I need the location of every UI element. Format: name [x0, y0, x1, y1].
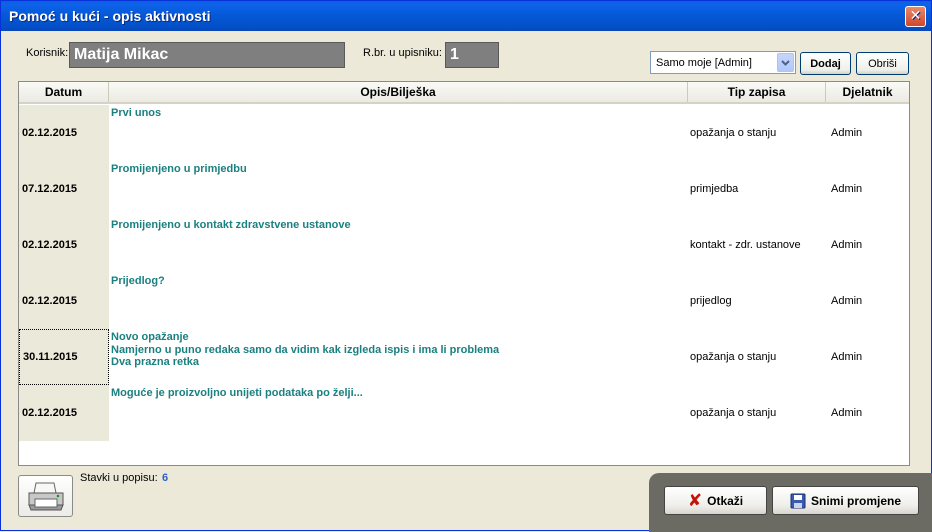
- cell-datum[interactable]: 07.12.2015: [19, 161, 109, 217]
- save-icon: [790, 493, 806, 508]
- korisnik-field: Matija Mikac: [69, 42, 345, 68]
- cell-datum[interactable]: 30.11.2015: [19, 329, 109, 385]
- cell-opis[interactable]: Prijedlog?: [111, 275, 691, 288]
- otkazi-label: Otkaži: [707, 493, 744, 508]
- header-opis[interactable]: Opis/Bilješka: [109, 82, 688, 102]
- header-datum[interactable]: Datum: [19, 82, 109, 102]
- close-button[interactable]: ✕: [905, 6, 926, 27]
- table-row[interactable]: 30.11.2015 Novo opažanje Namjerno u puno…: [19, 329, 909, 385]
- cell-datum[interactable]: 02.12.2015: [19, 273, 109, 329]
- cell-datum[interactable]: 02.12.2015: [19, 385, 109, 441]
- window-title: Pomoć u kući - opis aktivnosti: [9, 8, 211, 24]
- cell-tip[interactable]: opažanja o stanju: [690, 407, 776, 419]
- cell-opis[interactable]: Moguće je proizvoljno unijeti podataka p…: [111, 387, 691, 400]
- stavki-count: 6: [162, 472, 169, 484]
- cell-tip[interactable]: kontakt - zdr. ustanove: [690, 239, 801, 251]
- cell-tip[interactable]: opažanja o stanju: [690, 127, 776, 139]
- print-button[interactable]: [18, 475, 73, 517]
- rbr-field: 1: [445, 42, 499, 68]
- otkazi-button[interactable]: ✘ Otkaži: [664, 486, 767, 515]
- title-bar: Pomoć u kući - opis aktivnosti ✕: [1, 1, 931, 31]
- table-row[interactable]: 07.12.2015 Promijenjeno u primjedbu prim…: [19, 161, 909, 217]
- header-djelatnik[interactable]: Djelatnik: [826, 82, 909, 102]
- cell-opis[interactable]: Novo opažanje Namjerno u puno redaka sam…: [111, 331, 691, 369]
- filter-select[interactable]: Samo moje [Admin]: [650, 51, 796, 74]
- cell-datum[interactable]: 02.12.2015: [19, 217, 109, 273]
- cell-djelatnik[interactable]: Admin: [831, 351, 862, 363]
- cell-tip[interactable]: opažanja o stanju: [690, 351, 776, 363]
- cell-datum[interactable]: 02.12.2015: [19, 105, 109, 161]
- chevron-down-icon[interactable]: [777, 53, 794, 72]
- cell-tip[interactable]: primjedba: [690, 183, 738, 195]
- cell-opis[interactable]: Promijenjeno u kontakt zdravstvene ustan…: [111, 219, 691, 232]
- cancel-icon: ✘: [687, 490, 703, 511]
- cell-djelatnik[interactable]: Admin: [831, 183, 862, 195]
- cell-opis[interactable]: Promijenjeno u primjedbu: [111, 163, 691, 176]
- header-tip[interactable]: Tip zapisa: [688, 82, 826, 102]
- table-row[interactable]: 02.12.2015 Promijenjeno u kontakt zdravs…: [19, 217, 909, 273]
- cell-djelatnik[interactable]: Admin: [831, 407, 862, 419]
- table-row[interactable]: 02.12.2015 Prvi unos opažanja o stanju A…: [19, 105, 909, 161]
- cell-djelatnik[interactable]: Admin: [831, 239, 862, 251]
- printer-icon: [27, 482, 64, 511]
- grid-header: Datum Opis/Bilješka Tip zapisa Djelatnik: [19, 82, 909, 104]
- stavki-label: Stavki u popisu:: [80, 472, 158, 484]
- rbr-label: R.br. u upisniku:: [363, 47, 442, 59]
- activity-grid[interactable]: Datum Opis/Bilješka Tip zapisa Djelatnik…: [18, 81, 910, 466]
- snimi-button[interactable]: Snimi promjene: [772, 486, 919, 515]
- cell-djelatnik[interactable]: Admin: [831, 127, 862, 139]
- cell-tip[interactable]: prijedlog: [690, 295, 732, 307]
- main-window: Pomoć u kući - opis aktivnosti ✕ Korisni…: [0, 0, 932, 532]
- table-row[interactable]: 02.12.2015 Prijedlog? prijedlog Admin: [19, 273, 909, 329]
- cell-opis[interactable]: Prvi unos: [111, 107, 691, 120]
- dodaj-button[interactable]: Dodaj: [800, 52, 851, 75]
- obrisi-button[interactable]: Obriši: [856, 52, 909, 75]
- filter-select-value: Samo moje [Admin]: [656, 56, 752, 69]
- korisnik-label: Korisnik:: [26, 47, 69, 59]
- table-row[interactable]: 02.12.2015 Moguće je proizvoljno unijeti…: [19, 385, 909, 441]
- cell-djelatnik[interactable]: Admin: [831, 295, 862, 307]
- snimi-label: Snimi promjene: [810, 493, 902, 508]
